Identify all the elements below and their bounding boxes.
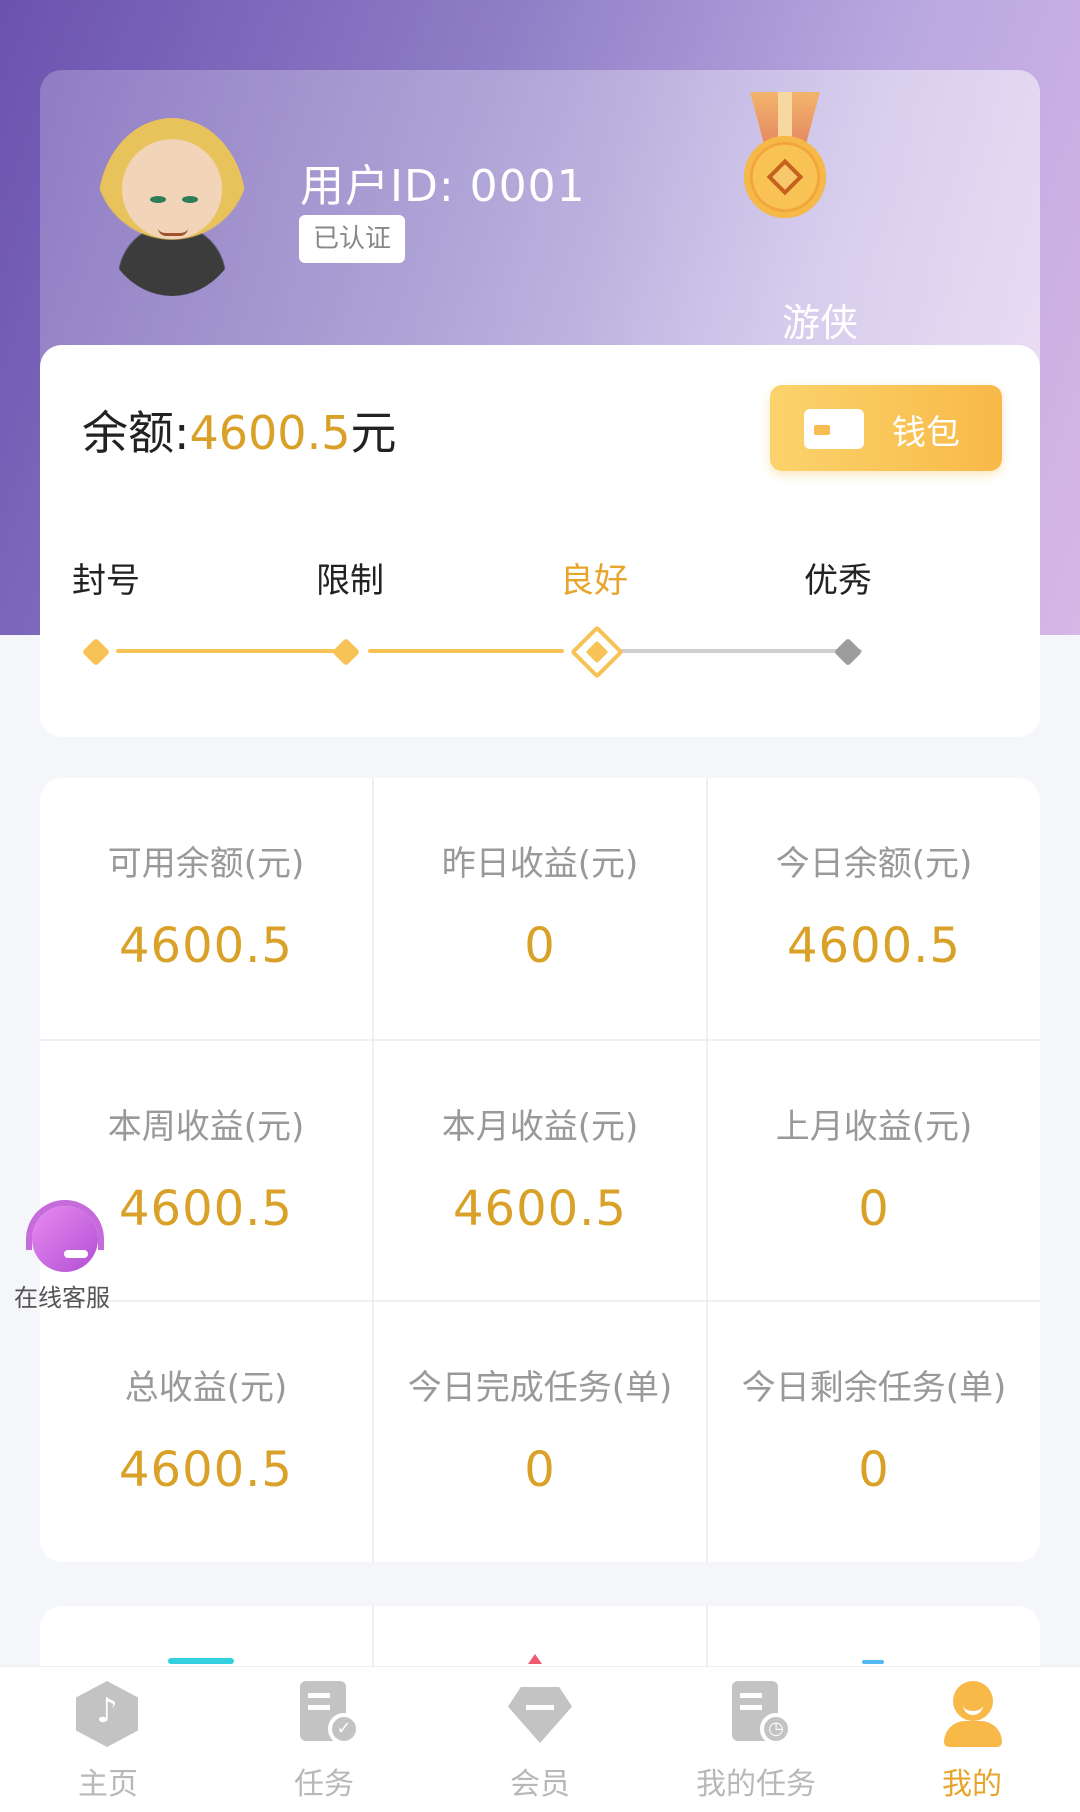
shortcut-icon[interactable] xyxy=(528,1654,542,1664)
medal-icon xyxy=(730,92,840,252)
stat-value: 4600.5 xyxy=(787,918,961,974)
tab-label: 任务 xyxy=(294,1767,354,1802)
tab-label: 会员 xyxy=(510,1767,570,1802)
stat-value: 0 xyxy=(524,1442,556,1498)
stat-label: 今日完成任务(单) xyxy=(407,1368,673,1408)
tab-label: 主页 xyxy=(78,1767,138,1802)
status-dot-limited xyxy=(331,637,361,667)
balance-amount: 4600.5 xyxy=(189,406,351,460)
level-label-excellent: 优秀 xyxy=(804,561,872,601)
stat-label: 昨日收益(元) xyxy=(441,844,639,884)
headset-icon xyxy=(24,1200,108,1276)
stat-value: 0 xyxy=(858,1442,890,1498)
person-head xyxy=(953,1681,993,1721)
wallet-button-label: 钱包 xyxy=(892,413,960,453)
stat-today-completed-tasks: 今日完成任务(单) 0 xyxy=(374,1302,706,1562)
status-track-segment xyxy=(368,649,564,653)
diamond-icon xyxy=(508,1681,572,1745)
stat-yesterday-income: 昨日收益(元) 0 xyxy=(374,778,706,1039)
status-track-segment xyxy=(616,649,862,653)
hex-shape xyxy=(76,1681,138,1747)
task-doc-clock-icon: ◷ xyxy=(724,1681,792,1745)
balance-line: 余额:4600.5元 xyxy=(82,397,396,463)
profile-card: 用户ID: 0001 已认证 游侠 xyxy=(40,70,1040,370)
user-id: 用户ID: 0001 xyxy=(300,161,586,212)
avatar-eye xyxy=(182,196,198,203)
stat-label: 上月收益(元) xyxy=(775,1107,973,1147)
stat-available-balance: 可用余额(元) 4600.5 xyxy=(40,778,372,1039)
level-label-limited: 限制 xyxy=(316,561,384,601)
diamond-shape xyxy=(508,1687,572,1743)
tiktok-hex-icon xyxy=(76,1681,140,1747)
wallet-icon xyxy=(804,409,864,449)
avatar-mouth xyxy=(158,228,188,236)
customer-service-label: 在线客服 xyxy=(14,1284,110,1312)
avatar[interactable] xyxy=(98,118,246,296)
stat-label: 本月收益(元) xyxy=(441,1107,639,1147)
avatar-eye xyxy=(150,196,166,203)
stat-today-remaining-tasks: 今日剩余任务(单) 0 xyxy=(708,1302,1040,1562)
tab-membership[interactable]: 会员 xyxy=(432,1667,648,1812)
stat-value: 4600.5 xyxy=(453,1181,627,1237)
stat-label: 总收益(元) xyxy=(124,1368,288,1408)
stat-today-balance: 今日余额(元) 4600.5 xyxy=(708,778,1040,1039)
headset-band xyxy=(26,1200,104,1250)
stat-label: 今日剩余任务(单) xyxy=(741,1368,1007,1408)
stat-label: 本周收益(元) xyxy=(107,1107,305,1147)
stats-grid: 可用余额(元) 4600.5 昨日收益(元) 0 今日余额(元) 4600.5 … xyxy=(40,778,1040,1562)
stat-total-income: 总收益(元) 4600.5 xyxy=(40,1302,372,1562)
tab-mine[interactable]: 我的 xyxy=(864,1667,1080,1812)
stat-label: 可用余额(元) xyxy=(107,844,305,884)
stat-value: 4600.5 xyxy=(119,918,293,974)
shortcut-icon[interactable] xyxy=(862,1660,884,1664)
stat-month-income: 本月收益(元) 4600.5 xyxy=(374,1041,706,1302)
stat-last-month-income: 上月收益(元) 0 xyxy=(708,1041,1040,1302)
tab-my-tasks[interactable]: ◷ 我的任务 xyxy=(648,1667,864,1812)
level-label-good: 良好 xyxy=(560,561,628,601)
tab-tasks[interactable]: ✓ 任务 xyxy=(216,1667,432,1812)
balance-label: 余额: xyxy=(82,406,190,460)
stat-label: 今日余额(元) xyxy=(775,844,973,884)
status-track-segment xyxy=(116,649,356,653)
person-shape xyxy=(944,1681,1002,1747)
tab-home[interactable]: 主页 xyxy=(0,1667,216,1812)
stat-value: 4600.5 xyxy=(119,1442,293,1498)
rank-label: 游侠 xyxy=(782,301,859,345)
bottom-tab-bar: 主页 ✓ 任务 会员 ◷ 我的任务 我的 xyxy=(0,1666,1080,1812)
status-dot-good-current xyxy=(570,625,624,679)
stat-value: 0 xyxy=(524,918,556,974)
customer-service-button[interactable]: 在线客服 xyxy=(12,1200,120,1312)
verified-badge: 已认证 xyxy=(299,215,406,263)
task-doc-check-icon: ✓ xyxy=(292,1681,360,1745)
status-dot-banned xyxy=(81,637,111,667)
stat-value: 0 xyxy=(858,1181,890,1237)
clock-badge: ◷ xyxy=(760,1713,792,1745)
headset-mic xyxy=(64,1250,88,1258)
person-body xyxy=(944,1721,1002,1747)
balance-card: 余额:4600.5元 钱包 封号 限制 良好 优秀 xyxy=(40,345,1040,737)
shortcut-icon[interactable] xyxy=(168,1658,234,1664)
person-icon xyxy=(940,1681,1004,1747)
tab-label: 我的 xyxy=(942,1767,1002,1802)
check-badge: ✓ xyxy=(328,1713,360,1745)
tab-label: 我的任务 xyxy=(696,1767,816,1802)
balance-unit: 元 xyxy=(350,406,397,460)
level-label-banned: 封号 xyxy=(72,561,140,601)
wallet-button[interactable]: 钱包 xyxy=(770,385,1002,471)
status-dot-excellent xyxy=(833,637,863,667)
